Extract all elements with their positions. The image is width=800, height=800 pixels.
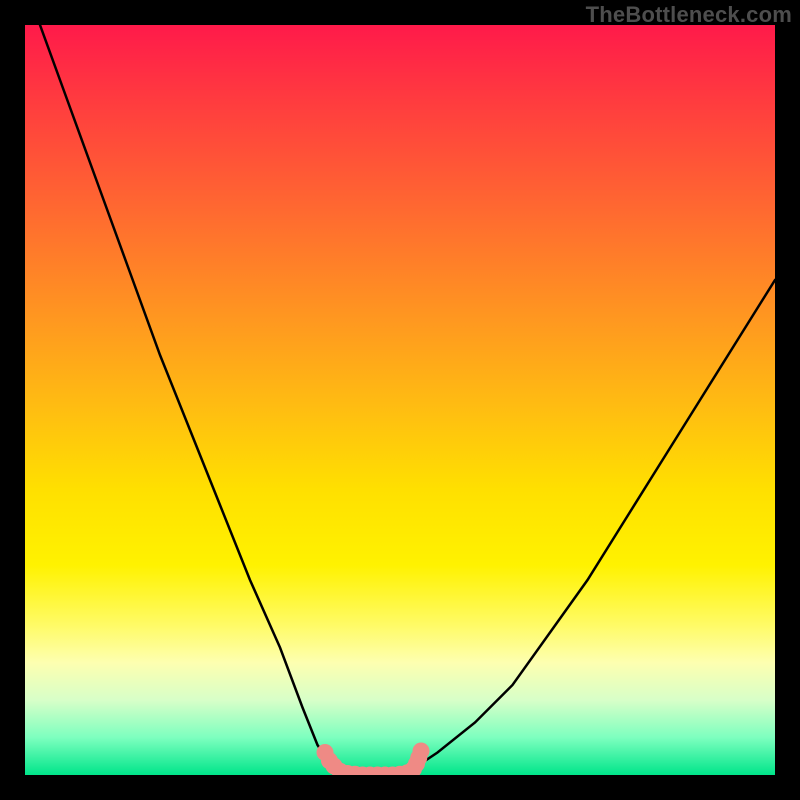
curve-right-branch: [400, 280, 775, 775]
chart-svg: [25, 25, 775, 775]
curve-left-branch: [40, 25, 348, 775]
watermark-label: TheBottleneck.com: [586, 2, 792, 28]
marker-dot: [413, 743, 430, 760]
plot-area: [25, 25, 775, 775]
marker-group: [317, 743, 430, 776]
